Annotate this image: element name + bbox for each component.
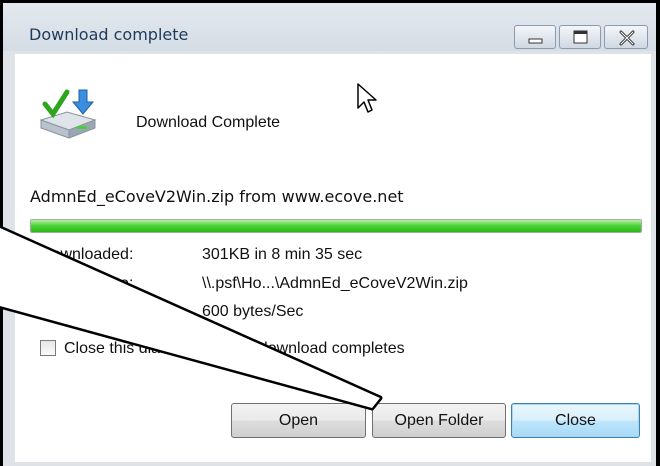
minimize-icon (528, 38, 543, 44)
window-bottom-border (3, 462, 656, 466)
open-folder-button[interactable]: Open Folder (372, 403, 506, 438)
minimize-button[interactable] (514, 25, 556, 49)
maximize-icon (573, 30, 588, 44)
close-x-icon (619, 30, 635, 46)
downloaded-value: 301KB in 8 min 35 sec (202, 246, 363, 263)
window-title: Download complete (29, 25, 189, 44)
close-on-complete-label[interactable]: Close this dialog box when download comp… (64, 340, 405, 358)
download-to-label: Download to: (40, 275, 134, 292)
transfer-rate-value: 600 bytes/Sec (202, 303, 304, 320)
mouse-cursor-icon (357, 83, 377, 113)
downloaded-label: Downloaded: (40, 246, 134, 263)
open-button[interactable]: Open (231, 403, 366, 438)
download-progress-bar (30, 219, 642, 233)
title-bar[interactable]: Download complete (3, 3, 656, 51)
maximize-button[interactable] (559, 25, 601, 49)
download-complete-icon (39, 89, 97, 139)
close-button[interactable]: Close (511, 403, 640, 438)
download-complete-heading: Download Complete (136, 114, 281, 131)
file-source-text: AdmnEd_eCoveV2Win.zip from www.ecove.net (30, 187, 404, 206)
transfer-rate-label: Transfer rate: (40, 303, 136, 320)
close-on-complete-checkbox[interactable] (40, 340, 56, 356)
progress-fill (31, 220, 641, 232)
download-to-value: \\.psf\Ho...\AdmnEd_eCoveV2Win.zip (202, 275, 468, 292)
close-window-button[interactable] (604, 25, 648, 49)
